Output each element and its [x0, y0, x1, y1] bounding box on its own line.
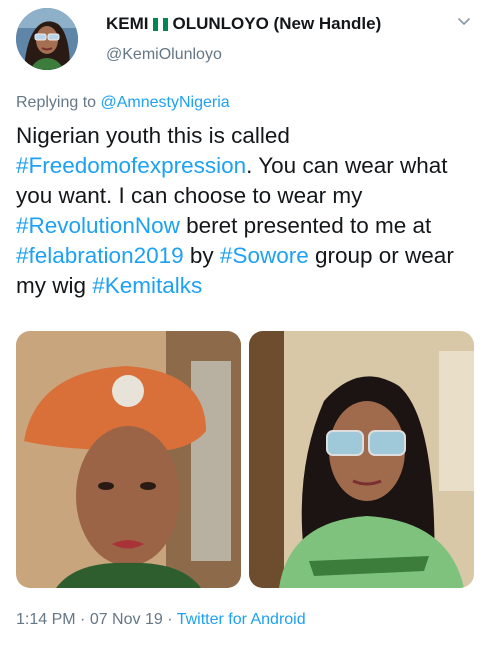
hashtag-kemitalks[interactable]: #Kemitalks	[92, 273, 202, 298]
hashtag-sowore[interactable]: #Sowore	[220, 243, 309, 268]
avatar-image	[16, 8, 78, 70]
chevron-down-icon[interactable]	[456, 14, 472, 30]
photo-wig-image	[249, 331, 474, 588]
author-name-last: OLUNLOYO (New Handle)	[172, 14, 382, 33]
media-photo-wig[interactable]	[249, 331, 474, 588]
tweet-text: Nigerian youth this is called #Freedomof…	[16, 121, 478, 301]
author-handle[interactable]: @KemiOlunloyo	[106, 46, 222, 64]
hashtag-revolutionnow[interactable]: #RevolutionNow	[16, 213, 180, 238]
hashtag-felabration2019[interactable]: #felabration2019	[16, 243, 184, 268]
tweet-text-segment: beret presented to me at	[179, 213, 432, 238]
meta-separator: ·	[162, 611, 177, 628]
tweet-meta: 1:14 PM · 07 Nov 19 · Twitter for Androi…	[16, 611, 306, 629]
tweet-date: 07 Nov 19	[89, 611, 163, 628]
tweet-text-segment: Nigerian youth this is called	[16, 123, 290, 148]
author-name-first: KEMI	[106, 14, 149, 33]
nigeria-flag-icon	[152, 17, 169, 31]
tweet-time: 1:14 PM	[16, 611, 76, 628]
replying-mention-link[interactable]: @AmnestyNigeria	[101, 94, 230, 111]
media-photo-beret[interactable]	[16, 331, 241, 588]
author-name[interactable]: KEMI OLUNLOYO (New Handle)	[106, 14, 381, 34]
replying-to: Replying to @AmnestyNigeria	[16, 94, 230, 112]
meta-separator: ·	[75, 611, 90, 628]
source-app-link[interactable]: Twitter for Android	[177, 611, 306, 628]
tweet-text-segment: by	[183, 243, 220, 268]
profile-avatar[interactable]	[16, 8, 78, 70]
hashtag-freedomofexpression[interactable]: #Freedomofexpression	[16, 153, 246, 178]
media-grid	[16, 331, 474, 588]
replying-prefix: Replying to	[16, 94, 101, 111]
photo-beret-image	[16, 331, 241, 588]
